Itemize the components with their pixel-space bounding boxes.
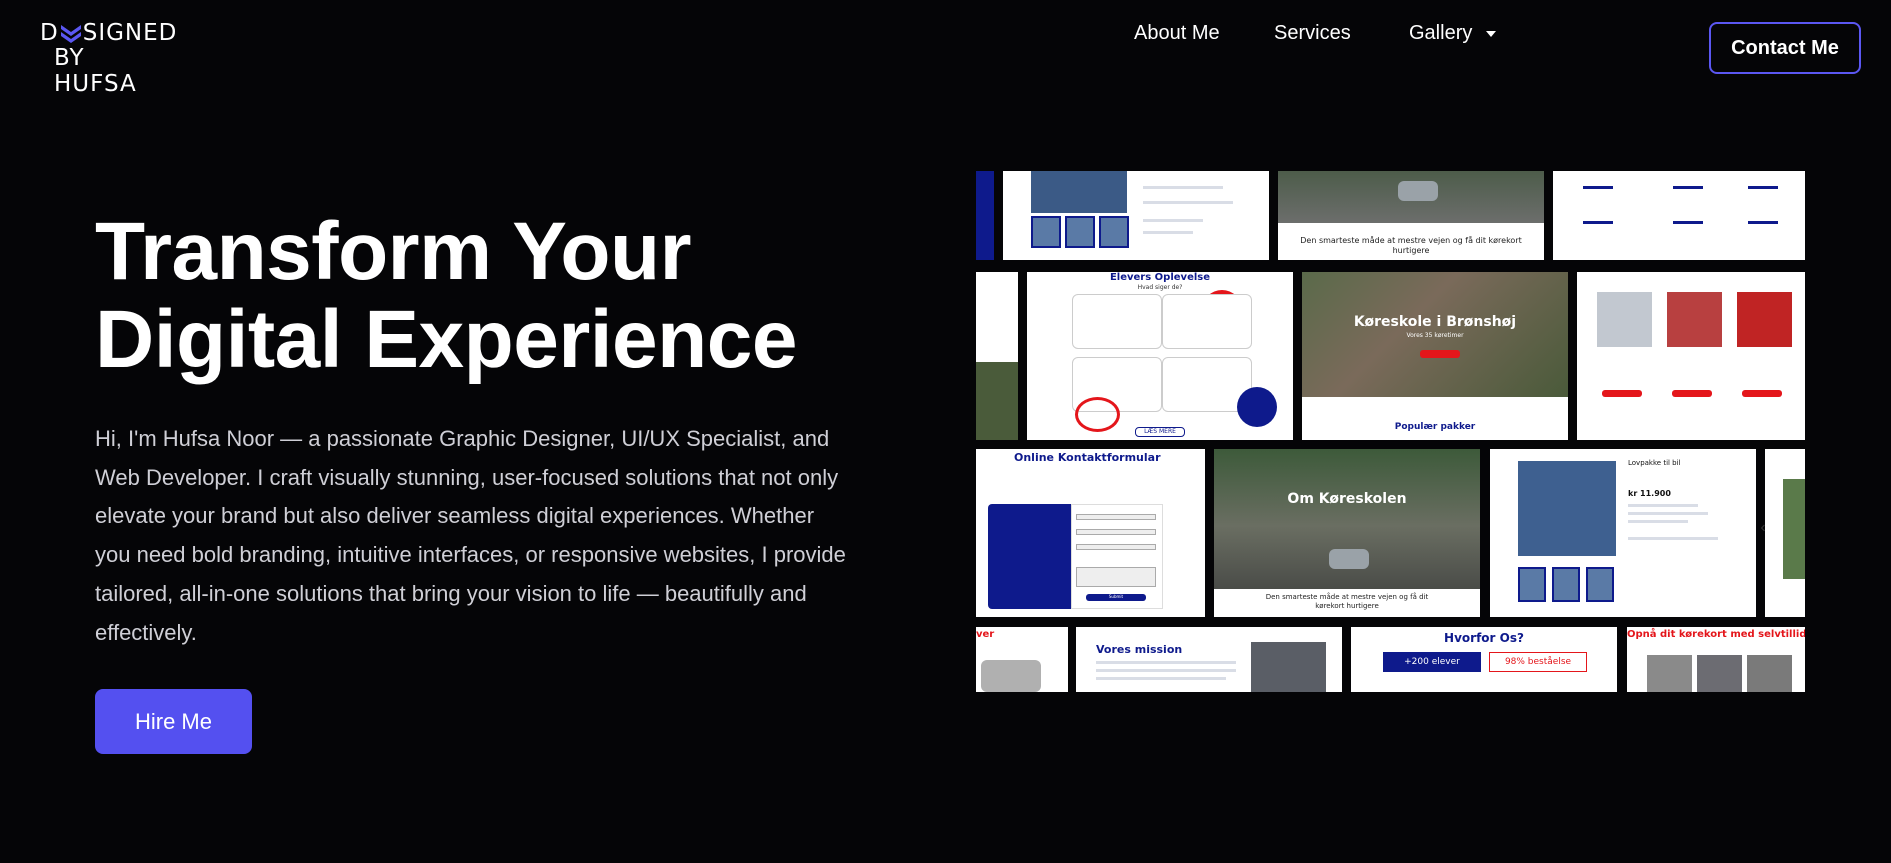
gallery-tile: ver (976, 627, 1068, 692)
gallery-caption: Populær pakker (1394, 422, 1476, 432)
logo-line1: D SIGNED (40, 20, 177, 46)
gallery-caption: Lovpakke til bil (1628, 459, 1681, 467)
main-nav: About Me Services Gallery Contact Me (1134, 22, 1861, 74)
gallery-caption: Om Køreskolen (1287, 491, 1407, 507)
gallery-stat: +200 elever (1383, 652, 1481, 672)
gallery-tile: Om Køreskolen Den smarteste måde at mest… (1214, 449, 1480, 617)
gallery-tile: Køreskole i Brønshøj Vores 35 køretimer … (1302, 272, 1568, 440)
gallery-tile: Hvorfor Os? +200 elever 98% beståelse (1351, 627, 1617, 692)
gallery-tile: Opnå dit kørekort med selvtillid o (1627, 627, 1805, 692)
gallery-subcaption: Hvad siger de? (1137, 284, 1183, 291)
gallery-tile: Elevers Oplevelse Hvad siger de? LÆS MER… (1027, 272, 1293, 440)
nav-services[interactable]: Services (1274, 22, 1374, 45)
gallery-caption: Vores mission (1096, 643, 1183, 656)
gallery-tile (1765, 449, 1805, 617)
portfolio-gallery[interactable]: Den smarteste måde at mestre vejen og få… (976, 171, 1805, 692)
caret-down-icon (1486, 30, 1497, 37)
submit-button: Submit (1086, 594, 1146, 601)
gallery-caption: Online Kontaktformular (1014, 451, 1161, 464)
gallery-prev-icon[interactable]: ‹ (1756, 519, 1770, 539)
gallery-tile (1577, 272, 1805, 440)
hero-title: Transform Your Digital Experience (95, 208, 855, 384)
gallery-caption: Køreskole i Brønshøj (1353, 314, 1517, 330)
nav-gallery-dropdown[interactable]: Gallery (1409, 22, 1519, 45)
gallery-tile: Lovpakke til bil kr 11.900 (1490, 449, 1756, 617)
gallery-caption: Den smarteste måde at mestre vejen og få… (1265, 593, 1429, 610)
gallery-tile: Online Kontaktformular Submit (976, 449, 1205, 617)
gallery-tile (1003, 171, 1269, 260)
contact-me-button[interactable]: Contact Me (1709, 22, 1861, 74)
gallery-stat: 98% beståelse (1489, 652, 1587, 672)
gallery-tile (976, 171, 994, 260)
gallery-tile: Den smarteste måde at mestre vejen og få… (1278, 171, 1544, 260)
gallery-subcaption: Vores 35 køretimer (1406, 332, 1464, 339)
gallery-tile: Vores mission (1076, 627, 1342, 692)
hero-description: Hi, I'm Hufsa Noor — a passionate Graphi… (95, 426, 846, 645)
gallery-tile (976, 272, 1018, 440)
nav-about-me[interactable]: About Me (1134, 22, 1254, 45)
logo-text-signed: SIGNED (82, 20, 178, 46)
gallery-caption: ver (976, 629, 995, 640)
logo[interactable]: D SIGNED BY HUFSA (40, 20, 176, 97)
gallery-caption: Opnå dit kørekort med selvtillid o (1627, 629, 1805, 640)
logo-letter-d: D (40, 20, 59, 46)
gallery-tile (1553, 171, 1805, 260)
gallery-caption: Elevers Oplevelse (1109, 272, 1211, 283)
hero-title-line1: Transform Your (95, 206, 692, 297)
site-header: D SIGNED BY HUFSA About Me Services Gall… (0, 0, 1891, 98)
hire-me-button[interactable]: Hire Me (95, 689, 252, 754)
hero-title-line2: Digital Experience (95, 294, 797, 385)
read-more-button: LÆS MERE (1135, 427, 1185, 437)
logo-line2: BY HUFSA (54, 45, 137, 97)
chevron-logo-icon (60, 25, 81, 43)
gallery-price: kr 11.900 (1628, 489, 1671, 498)
gallery-caption: Hvorfor Os? (1444, 631, 1524, 645)
gallery-caption: Den smarteste måde at mestre vejen og få… (1300, 236, 1522, 255)
nav-gallery[interactable]: Gallery (1409, 22, 1472, 45)
